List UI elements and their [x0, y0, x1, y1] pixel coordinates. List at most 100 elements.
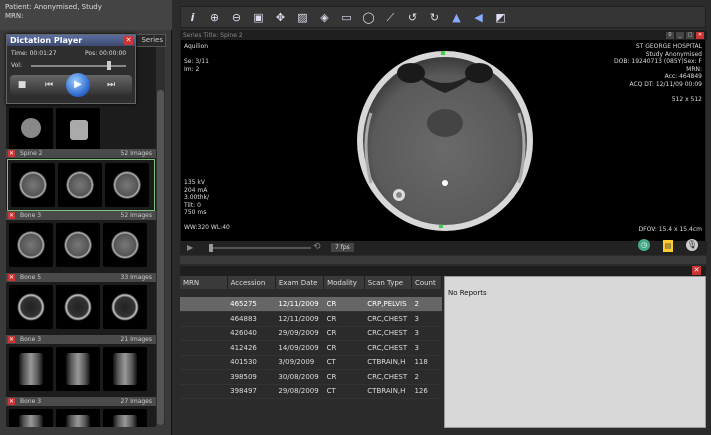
series-tab[interactable]: Series	[141, 36, 163, 44]
cell-modality: CR	[323, 369, 365, 385]
cell-count: 3	[411, 311, 442, 327]
cine-slider-handle[interactable]	[209, 244, 213, 252]
series-thumbnail[interactable]	[9, 223, 53, 267]
series-thumbnail[interactable]	[56, 347, 100, 391]
image-viewer[interactable]: Series Title: Spine 2 0 _ □ ✕ Aquilion S…	[180, 30, 707, 255]
series-count: 52 Images	[120, 212, 152, 219]
volume-label: Vol:	[11, 62, 22, 69]
cell-scan-type: CRC,CHEST	[364, 326, 412, 341]
series-thumbnail[interactable]	[9, 347, 53, 391]
fast-forward-icon[interactable]: ⏭	[102, 78, 120, 92]
stop-icon[interactable]: ■	[16, 78, 28, 92]
minimize-icon[interactable]: _	[676, 32, 684, 39]
column-header[interactable]: Count	[411, 276, 443, 289]
series-thumbnail[interactable]	[105, 163, 149, 207]
ct-brain-image[interactable]	[351, 43, 539, 233]
image-icon[interactable]: ▨	[295, 10, 310, 25]
zoom-in-icon[interactable]: ⊕	[207, 10, 222, 25]
maximize-icon[interactable]: □	[686, 32, 694, 39]
series-thumbnail[interactable]	[11, 163, 55, 207]
cine-play-icon[interactable]: ▶	[187, 243, 193, 252]
window-level-readout: WW:320 WL:40	[184, 224, 230, 231]
rotate-right-icon[interactable]: ↻	[427, 10, 442, 25]
column-header[interactable]: MRN	[180, 276, 228, 289]
microphone-icon[interactable]: 🎙	[686, 239, 698, 251]
cell-count: 3	[411, 326, 442, 341]
close-icon[interactable]: ✕	[8, 398, 15, 405]
play-icon[interactable]: ▶	[66, 73, 90, 97]
series-item[interactable]	[6, 105, 156, 155]
note-icon[interactable]: ▤	[663, 240, 673, 252]
dictation-title[interactable]: Dictation Player ✕	[7, 35, 135, 46]
overlay-line: ACQ DT: 12/11/09 00:09	[629, 80, 702, 88]
series-thumbnail[interactable]	[56, 223, 100, 267]
ruler-icon[interactable]: ⟋	[383, 10, 398, 25]
table-row[interactable]: 465275 12/11/2009 CR CRP,PELVIS 2	[180, 297, 442, 312]
series-thumbnail[interactable]	[103, 223, 147, 267]
series-thumbnail[interactable]	[56, 285, 100, 329]
image-toolbar: i ⊕ ⊖ ▣ ✥ ▨ ◈ ▭ ◯ ⟋ ↺ ↻ ▲ ◀ ◩	[180, 6, 706, 28]
close-icon[interactable]: ✕	[124, 36, 133, 45]
series-thumbnail[interactable]	[9, 409, 53, 427]
series-thumbnail[interactable]	[58, 163, 102, 207]
flip-horizontal-icon[interactable]: ◀	[471, 10, 486, 25]
close-icon[interactable]: ✕	[8, 150, 15, 157]
window-level-icon[interactable]: ▣	[251, 10, 266, 25]
close-icon[interactable]: ✕	[8, 274, 15, 281]
table-row[interactable]: 401530 3/09/2009 CT CTBRAIN,H 118	[180, 355, 442, 370]
column-header[interactable]: Scan Type	[364, 276, 412, 289]
close-icon[interactable]: ✕	[8, 212, 15, 219]
pan-icon[interactable]: ✥	[273, 10, 288, 25]
rect-roi-icon[interactable]: ▭	[339, 10, 354, 25]
column-header[interactable]: Exam Date	[275, 276, 325, 289]
series-thumbnail[interactable]	[9, 285, 53, 329]
cell-scan-type: CRC,CHEST	[364, 340, 412, 356]
table-row[interactable]: 426040 29/09/2009 CR CRC,CHEST 3	[180, 326, 442, 341]
reports-panel[interactable]: No Reports	[444, 276, 706, 428]
table-row[interactable]: 464883 12/11/2009 CR CRC,CHEST 3	[180, 311, 442, 327]
series-scrollbar-thumb[interactable]	[157, 90, 164, 425]
series-thumbnail[interactable]	[56, 108, 100, 152]
series-thumbnail[interactable]	[103, 285, 147, 329]
overlay-line: 512 x 512	[671, 95, 702, 103]
volume-slider[interactable]	[31, 65, 126, 67]
cell-mrn	[180, 297, 228, 312]
series-thumbnail[interactable]	[103, 409, 147, 427]
table-row[interactable]: 398509 30/08/2009 CR CRC,CHEST 2	[180, 369, 442, 385]
tag-icon[interactable]: ◈	[317, 10, 332, 25]
table-row[interactable]: 412426 14/09/2009 CR CRC,CHEST 3	[180, 340, 442, 356]
series-item[interactable]: ✕ Bone 3 52 Images	[6, 211, 156, 270]
column-header[interactable]: Accession	[227, 276, 276, 289]
loop-icon[interactable]: ⟲	[313, 242, 321, 252]
patient-mrn: MRN:	[5, 12, 24, 20]
cine-slider[interactable]	[211, 247, 311, 249]
invert-icon[interactable]: ◩	[493, 10, 508, 25]
close-icon[interactable]: ✕	[8, 336, 15, 343]
close-icon[interactable]: ✕	[692, 266, 701, 275]
zoom-out-icon[interactable]: ⊖	[229, 10, 244, 25]
overlay-bottom-left: 135 kV 204 mA 3.00thk/ Tilt: 0 750 ms WW…	[184, 179, 230, 232]
series-item[interactable]: ✕ Bone 3 21 Images	[6, 335, 156, 394]
table-row[interactable]: 398497 29/08/2009 CT CTBRAIN,H 126	[180, 384, 442, 399]
fps-indicator[interactable]: 7 fps	[331, 243, 354, 252]
rotate-left-icon[interactable]: ↺	[405, 10, 420, 25]
volume-slider-handle[interactable]	[106, 61, 111, 70]
flip-vertical-icon[interactable]: ▲	[449, 10, 464, 25]
ellipse-roi-icon[interactable]: ◯	[361, 10, 376, 25]
panel-splitter[interactable]	[180, 256, 706, 264]
series-thumbnail[interactable]	[56, 409, 100, 427]
rewind-icon[interactable]: ⏮	[40, 78, 58, 92]
series-thumbnail[interactable]	[103, 347, 147, 391]
overlay-line: 3.00thk/	[184, 194, 210, 201]
column-header[interactable]: Modality	[323, 276, 365, 289]
series-item[interactable]: ✕ Bone 5 33 Images	[6, 273, 156, 332]
cine-bar: ▶ ⟲ 7 fps ◷ ▤ 🎙	[181, 239, 707, 255]
series-name: Bone 3	[20, 212, 42, 219]
info-icon[interactable]: i	[185, 10, 200, 25]
clock-icon[interactable]: ◷	[638, 239, 650, 251]
series-thumbnail[interactable]	[9, 108, 53, 152]
series-item[interactable]: ✕ Bone 3 27 Images	[6, 397, 156, 427]
close-icon[interactable]: ✕	[696, 32, 704, 39]
series-item[interactable]: ✕ Spine 2 52 Images	[6, 149, 156, 212]
cell-count: 118	[411, 355, 442, 370]
